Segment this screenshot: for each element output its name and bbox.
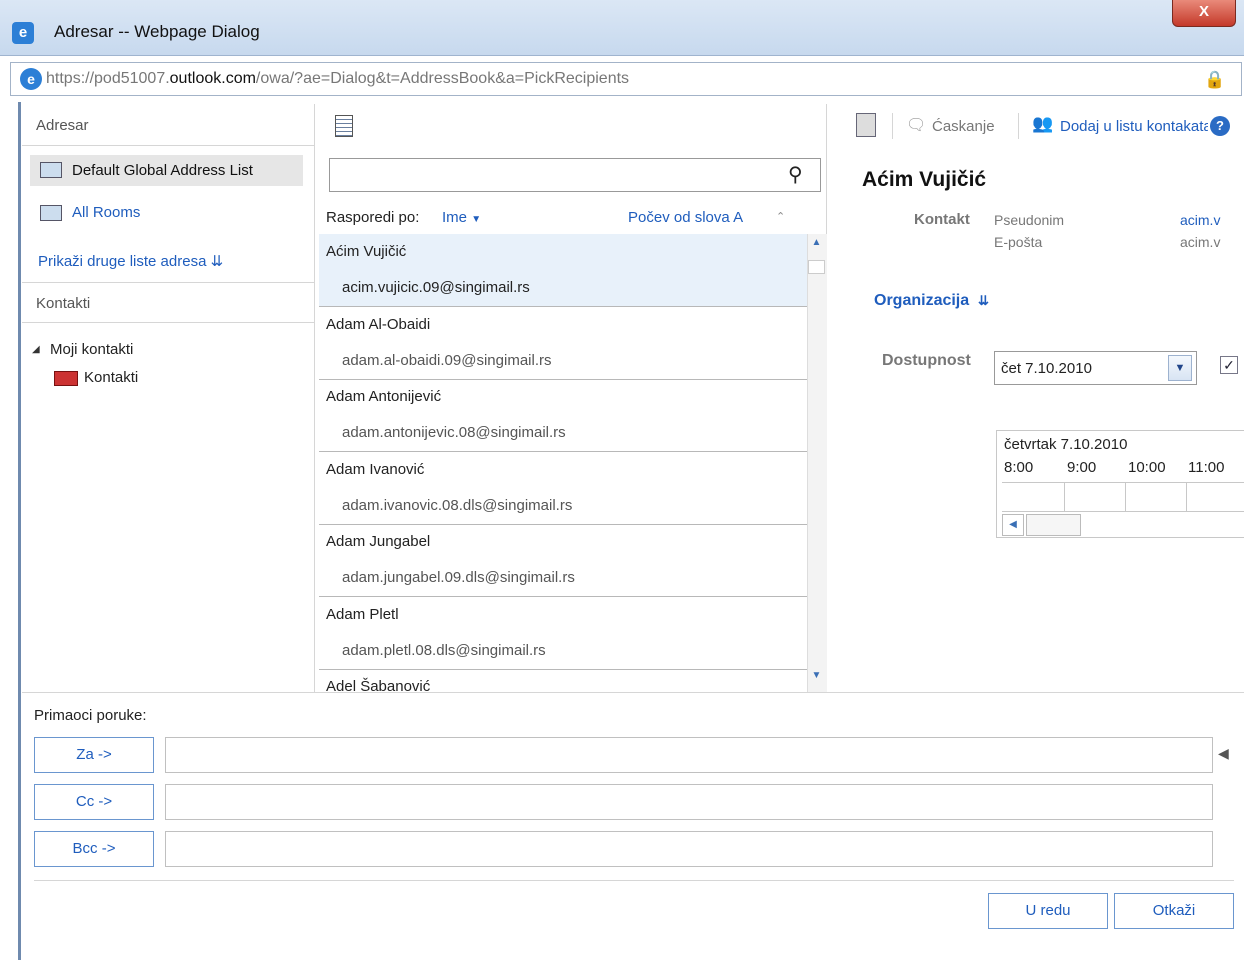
contact-name: Aćim Vujičić: [862, 168, 987, 191]
toolbar-separator: [1018, 113, 1019, 139]
left-divider: [314, 104, 315, 692]
schedule-slots: [1002, 482, 1244, 512]
email-label: E-pošta: [994, 234, 1043, 250]
row-separator: [319, 306, 807, 307]
sort-label: Rasporedi po:: [326, 209, 420, 226]
alias-value[interactable]: acim.v: [1180, 212, 1244, 228]
row-separator: [319, 451, 807, 452]
url-text: https://pod51007.outlook.com/owa/?ae=Dia…: [46, 70, 630, 87]
entry-name[interactable]: Adam Antonijević: [326, 388, 441, 405]
entry-email[interactable]: adam.antonijevic.08@singimail.rs: [342, 424, 566, 441]
availability-label: Dostupnost: [882, 352, 971, 369]
to-button[interactable]: Za ->: [34, 737, 154, 773]
divider: [22, 145, 314, 146]
toolbar-separator: [892, 113, 893, 139]
alias-label: Pseudonim: [994, 212, 1065, 228]
schedule-scroll-thumb[interactable]: [1026, 514, 1081, 536]
hour-label: 11:00: [1188, 459, 1225, 476]
search-icon[interactable]: ⚲: [788, 162, 803, 187]
entry-email[interactable]: adam.ivanovic.08.dls@singimail.rs: [342, 497, 572, 514]
adresar-header: Adresar: [36, 117, 89, 134]
sort-by-dropdown[interactable]: Ime ▼: [442, 209, 481, 226]
gal-label: Default Global Address List: [72, 162, 253, 179]
bcc-field[interactable]: [165, 831, 1213, 867]
tree-expand-icon[interactable]: ◢: [32, 344, 40, 355]
cc-field[interactable]: [165, 784, 1213, 820]
view-toggle-icon[interactable]: [335, 115, 353, 137]
checkbox[interactable]: ✓: [1220, 356, 1238, 374]
search-input[interactable]: [334, 163, 778, 189]
entry-email[interactable]: adam.jungabel.09.dls@singimail.rs: [342, 569, 575, 586]
hour-label: 10:00: [1128, 459, 1166, 476]
tree-root-moji-kontakti[interactable]: Moji kontakti: [50, 341, 133, 358]
window-title: Adresar -- Webpage Dialog: [54, 22, 260, 41]
ie-icon: e: [12, 22, 34, 44]
chat-icon: 🗨: [906, 117, 927, 134]
chevron-down-icon: ▼: [471, 214, 482, 225]
add-contact-icon: 👥: [1032, 114, 1054, 133]
row-separator: [319, 668, 807, 670]
start-letter-link[interactable]: Počev od slova A: [628, 209, 743, 226]
double-chevron-down-icon: ⇊: [210, 253, 224, 270]
entry-name[interactable]: Adel Šabanović: [326, 678, 430, 692]
divider: [34, 880, 1234, 881]
hour-label: 8:00: [1004, 459, 1034, 476]
entry-name[interactable]: Adam Al-Obaidi: [326, 316, 430, 333]
ie-icon: e: [20, 68, 42, 90]
scroll-up-icon[interactable]: ▲: [808, 237, 825, 255]
cc-button[interactable]: Cc ->: [34, 784, 154, 820]
scroll-thumb[interactable]: [808, 260, 825, 274]
double-chevron-down-icon: ⇊: [978, 293, 989, 308]
row-separator: [319, 378, 807, 380]
recipients-label: Primaoci poruke:: [34, 707, 147, 724]
row-separator: [319, 523, 807, 525]
contact-section-label: Kontakt: [914, 211, 970, 228]
contacts-folder-icon: [54, 371, 78, 386]
entry-email[interactable]: acim.vujicic.09@singimail.rs: [342, 279, 530, 296]
ok-button[interactable]: U redu: [988, 893, 1108, 929]
close-button[interactable]: X: [1172, 0, 1236, 27]
help-icon[interactable]: ?: [1210, 116, 1230, 136]
schedule-date: četvrtak 7.10.2010: [1004, 436, 1128, 453]
sort-up-icon[interactable]: ⌃: [776, 210, 785, 223]
address-book-icon: [40, 162, 62, 178]
kontakti-header: Kontakti: [36, 295, 91, 312]
scroll-down-icon[interactable]: ▼: [808, 670, 825, 688]
entry-name[interactable]: Adam Ivanović: [326, 461, 424, 478]
tree-item-kontakti[interactable]: Kontakti: [84, 369, 138, 386]
add-to-contacts-button[interactable]: Dodaj u listu kontakata: [1060, 118, 1208, 135]
hour-label: 9:00: [1067, 459, 1097, 476]
address-book-icon: [40, 205, 62, 221]
divider: [22, 692, 1244, 693]
email-value: acim.v: [1180, 234, 1221, 250]
entry-name[interactable]: Adam Pletl: [326, 606, 399, 623]
row-separator: [319, 596, 807, 597]
entry-email[interactable]: adam.pletl.08.dls@singimail.rs: [342, 642, 546, 659]
chevron-down-icon[interactable]: ▼: [1168, 355, 1192, 381]
divider: [22, 322, 314, 323]
organization-link[interactable]: Organizacija ⇊: [874, 292, 989, 310]
scrollbar[interactable]: [807, 234, 827, 692]
show-other-lists-link[interactable]: Prikaži druge liste adresa ⇊: [38, 252, 223, 270]
collapse-arrow-icon[interactable]: ◀: [1218, 745, 1229, 762]
entry-email[interactable]: adam.al-obaidi.09@singimail.rs: [342, 352, 552, 369]
lock-icon: 🔒: [1204, 70, 1226, 89]
entry-name[interactable]: Adam Jungabel: [326, 533, 430, 550]
to-field[interactable]: [165, 737, 1213, 773]
scroll-left-icon[interactable]: ◀: [1002, 514, 1024, 536]
address-list: Aćim Vujičić acim.vujicic.09@singimail.rs…: [319, 234, 807, 692]
bcc-button[interactable]: Bcc ->: [34, 831, 154, 867]
cancel-button[interactable]: Otkaži: [1114, 893, 1234, 929]
divider: [22, 282, 314, 283]
all-rooms-link[interactable]: All Rooms: [72, 204, 140, 221]
properties-icon[interactable]: [856, 113, 876, 137]
date-select-value: čet 7.10.2010: [1001, 360, 1092, 377]
entry-name[interactable]: Aćim Vujičić: [326, 243, 406, 260]
chat-button[interactable]: Ćaskanje: [932, 118, 995, 135]
